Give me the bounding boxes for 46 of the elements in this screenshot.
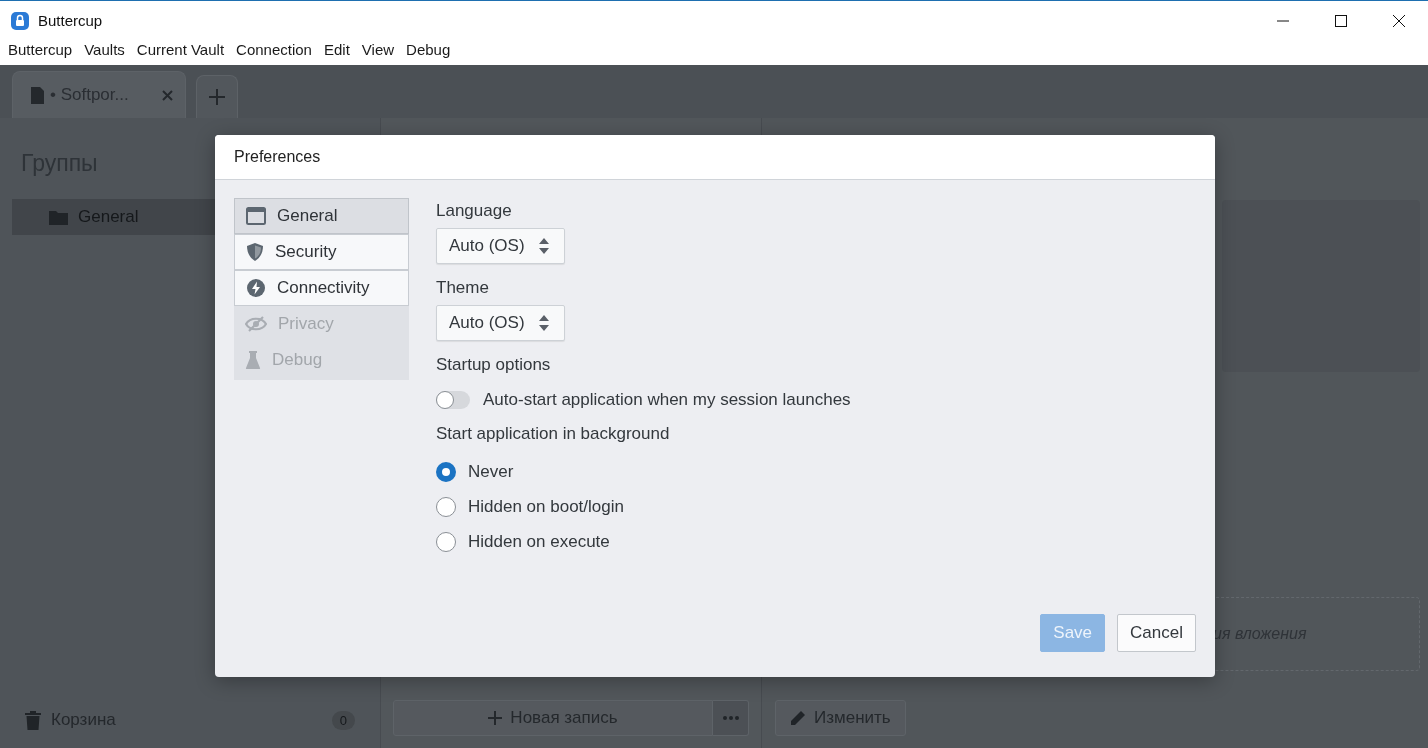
pencil-icon <box>790 710 806 726</box>
maximize-icon[interactable] <box>1335 14 1347 27</box>
menu-item[interactable]: Connection <box>230 40 318 58</box>
app-logo-icon <box>11 11 29 30</box>
trash-icon <box>25 710 41 730</box>
radio-button[interactable] <box>436 461 456 482</box>
cancel-button[interactable]: Cancel <box>1117 614 1196 652</box>
field-label: Language <box>436 201 513 221</box>
menu-item[interactable]: Debug <box>400 40 457 58</box>
document-icon <box>31 86 44 104</box>
more-button[interactable] <box>713 700 749 736</box>
updown-caret-icon <box>538 315 549 331</box>
radio-label: Never <box>468 461 514 482</box>
radio-button[interactable] <box>436 496 456 517</box>
radio-label: Hidden on execute <box>468 531 610 552</box>
folder-icon <box>49 209 68 225</box>
menu-item[interactable]: Buttercup <box>2 40 79 58</box>
close-icon[interactable] <box>1393 14 1405 27</box>
menu-item[interactable]: Vaults <box>78 40 131 58</box>
section-tab[interactable]: General <box>234 198 409 234</box>
plus-icon <box>209 89 225 105</box>
window-icon <box>246 207 266 225</box>
flask-icon <box>245 350 261 370</box>
autostart-toggle[interactable] <box>436 391 470 409</box>
radio-label: Hidden on boot/login <box>468 496 624 517</box>
dialog-title: Preferences <box>215 135 1215 180</box>
section-tab[interactable]: Connectivity <box>234 270 409 306</box>
shield-icon <box>246 242 264 262</box>
menu-item[interactable]: Current Vault <box>130 40 231 58</box>
toggle-label: Auto-start application when my session launches <box>483 390 851 410</box>
section-heading: Startup options <box>436 355 552 375</box>
menu-item[interactable]: Edit <box>317 40 356 58</box>
theme-select[interactable]: Auto (OS) <box>436 305 565 341</box>
dots-icon <box>722 716 739 720</box>
language-select[interactable]: Auto (OS) <box>436 228 565 264</box>
bolt-icon <box>246 278 266 298</box>
menu-item[interactable]: View <box>355 40 401 58</box>
new-tab-button[interactable] <box>196 75 238 118</box>
eye-slash-icon <box>245 315 267 333</box>
section-tab[interactable]: Security <box>234 234 409 270</box>
field-label: Theme <box>436 278 490 298</box>
radio-button[interactable] <box>436 531 456 552</box>
section-heading: Start application in background <box>436 424 671 444</box>
window-title: Buttercup <box>38 12 103 29</box>
plus-icon <box>488 711 503 725</box>
updown-caret-icon <box>538 238 549 254</box>
